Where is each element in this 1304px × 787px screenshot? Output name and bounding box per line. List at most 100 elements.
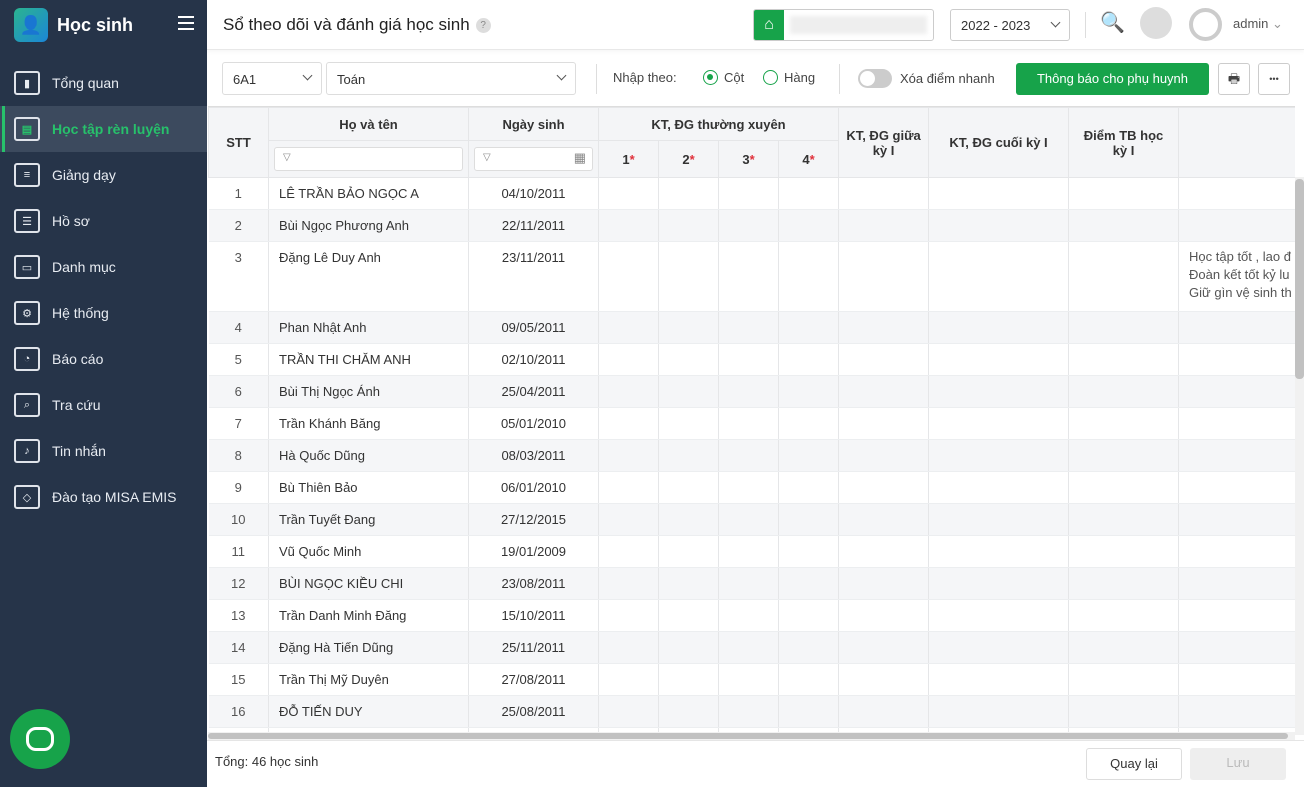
score-cell[interactable] bbox=[838, 311, 930, 344]
sidebar-item-2[interactable]: ≡ Giảng dạy bbox=[0, 152, 207, 198]
chat-button[interactable] bbox=[10, 709, 70, 769]
comment-cell[interactable] bbox=[1178, 631, 1295, 664]
score-cell[interactable] bbox=[838, 567, 930, 600]
vertical-scrollbar[interactable] bbox=[1295, 177, 1304, 735]
sidebar-item-8[interactable]: ♪ Tin nhắn bbox=[0, 428, 207, 474]
score-cell[interactable] bbox=[928, 241, 1070, 312]
comment-cell[interactable]: Học tập tốt , lao đ Đoàn kết tốt kỷ lu Giữ… bbox=[1178, 241, 1295, 312]
score-cell[interactable] bbox=[928, 471, 1070, 504]
score-cell[interactable] bbox=[778, 663, 840, 696]
notify-parents-button[interactable]: Thông báo cho phụ huynh bbox=[1016, 63, 1209, 95]
score-cell[interactable] bbox=[1068, 663, 1180, 696]
score-cell[interactable] bbox=[658, 439, 719, 472]
score-cell[interactable] bbox=[1068, 471, 1180, 504]
score-cell[interactable] bbox=[1068, 311, 1180, 344]
score-cell[interactable] bbox=[928, 177, 1070, 210]
score-cell[interactable] bbox=[718, 695, 779, 728]
score-cell[interactable] bbox=[1068, 567, 1180, 600]
score-cell[interactable] bbox=[778, 695, 840, 728]
help-icon[interactable]: ? bbox=[475, 18, 491, 33]
score-cell[interactable] bbox=[718, 503, 779, 536]
score-cell[interactable] bbox=[718, 343, 779, 376]
back-button[interactable]: Quay lại bbox=[1086, 748, 1182, 780]
score-cell[interactable] bbox=[838, 177, 930, 210]
sidebar-item-4[interactable]: ▭ Danh mục bbox=[0, 244, 207, 290]
notification-avatar[interactable] bbox=[1140, 7, 1172, 39]
score-cell[interactable] bbox=[718, 241, 779, 312]
score-cell[interactable] bbox=[928, 535, 1070, 568]
score-cell[interactable] bbox=[718, 209, 779, 242]
score-cell[interactable] bbox=[598, 209, 659, 242]
score-cell[interactable] bbox=[1068, 599, 1180, 632]
score-cell[interactable] bbox=[928, 311, 1070, 344]
score-cell[interactable] bbox=[718, 599, 779, 632]
score-cell[interactable] bbox=[658, 343, 719, 376]
score-cell[interactable] bbox=[928, 343, 1070, 376]
score-cell[interactable] bbox=[718, 375, 779, 408]
score-cell[interactable] bbox=[658, 209, 719, 242]
score-cell[interactable] bbox=[838, 343, 930, 376]
score-cell[interactable] bbox=[658, 177, 719, 210]
score-cell[interactable] bbox=[658, 407, 719, 440]
school-year-select[interactable]: 2022 - 2023 bbox=[950, 9, 1070, 41]
score-cell[interactable] bbox=[778, 209, 840, 242]
school-selector[interactable]: ⌂ bbox=[753, 9, 934, 41]
radio-row[interactable]: Hàng bbox=[763, 70, 815, 85]
comment-cell[interactable] bbox=[1178, 503, 1295, 536]
toggle-switch[interactable] bbox=[858, 69, 892, 88]
quick-delete-toggle[interactable]: Xóa điểm nhanh bbox=[858, 69, 995, 88]
comment-cell[interactable] bbox=[1178, 375, 1295, 408]
score-cell[interactable] bbox=[658, 311, 719, 344]
score-cell[interactable] bbox=[1068, 439, 1180, 472]
score-cell[interactable] bbox=[718, 407, 779, 440]
score-cell[interactable] bbox=[928, 599, 1070, 632]
comment-cell[interactable] bbox=[1178, 535, 1295, 568]
score-cell[interactable] bbox=[718, 567, 779, 600]
comment-cell[interactable] bbox=[1178, 177, 1295, 210]
comment-cell[interactable] bbox=[1178, 407, 1295, 440]
sidebar-item-3[interactable]: ☰ Hồ sơ bbox=[0, 198, 207, 244]
score-cell[interactable] bbox=[778, 471, 840, 504]
horizontal-scrollbar[interactable] bbox=[208, 732, 1295, 740]
score-cell[interactable] bbox=[718, 471, 779, 504]
score-cell[interactable] bbox=[1068, 535, 1180, 568]
score-cell[interactable] bbox=[928, 695, 1070, 728]
score-cell[interactable] bbox=[598, 311, 659, 344]
score-cell[interactable] bbox=[928, 631, 1070, 664]
score-cell[interactable] bbox=[658, 599, 719, 632]
score-cell[interactable] bbox=[658, 375, 719, 408]
user-avatar[interactable] bbox=[1189, 8, 1222, 41]
score-cell[interactable] bbox=[838, 663, 930, 696]
print-button[interactable]: 🖶 bbox=[1218, 63, 1250, 95]
score-cell[interactable] bbox=[598, 241, 659, 312]
user-menu[interactable]: admin ⌄ bbox=[1233, 16, 1283, 32]
score-cell[interactable] bbox=[838, 631, 930, 664]
score-cell[interactable] bbox=[718, 311, 779, 344]
comment-cell[interactable] bbox=[1178, 471, 1295, 504]
score-cell[interactable] bbox=[838, 439, 930, 472]
score-cell[interactable] bbox=[778, 631, 840, 664]
save-button[interactable]: Lưu bbox=[1190, 748, 1286, 780]
score-cell[interactable] bbox=[928, 209, 1070, 242]
score-cell[interactable] bbox=[1068, 177, 1180, 210]
score-cell[interactable] bbox=[778, 567, 840, 600]
score-cell[interactable] bbox=[928, 503, 1070, 536]
comment-cell[interactable] bbox=[1178, 695, 1295, 728]
score-cell[interactable] bbox=[928, 407, 1070, 440]
score-cell[interactable] bbox=[838, 599, 930, 632]
sidebar-item-6[interactable]: ◔ Báo cáo bbox=[0, 336, 207, 382]
score-cell[interactable] bbox=[598, 599, 659, 632]
score-cell[interactable] bbox=[658, 535, 719, 568]
score-cell[interactable] bbox=[1068, 241, 1180, 312]
comment-cell[interactable] bbox=[1178, 311, 1295, 344]
score-cell[interactable] bbox=[1068, 407, 1180, 440]
score-cell[interactable] bbox=[598, 375, 659, 408]
score-cell[interactable] bbox=[838, 471, 930, 504]
score-cell[interactable] bbox=[1068, 343, 1180, 376]
score-cell[interactable] bbox=[658, 695, 719, 728]
comment-cell[interactable] bbox=[1178, 343, 1295, 376]
sidebar-item-9[interactable]: ◇ Đào tạo MISA EMIS bbox=[0, 474, 207, 520]
score-cell[interactable] bbox=[598, 503, 659, 536]
score-cell[interactable] bbox=[718, 439, 779, 472]
score-cell[interactable] bbox=[778, 375, 840, 408]
